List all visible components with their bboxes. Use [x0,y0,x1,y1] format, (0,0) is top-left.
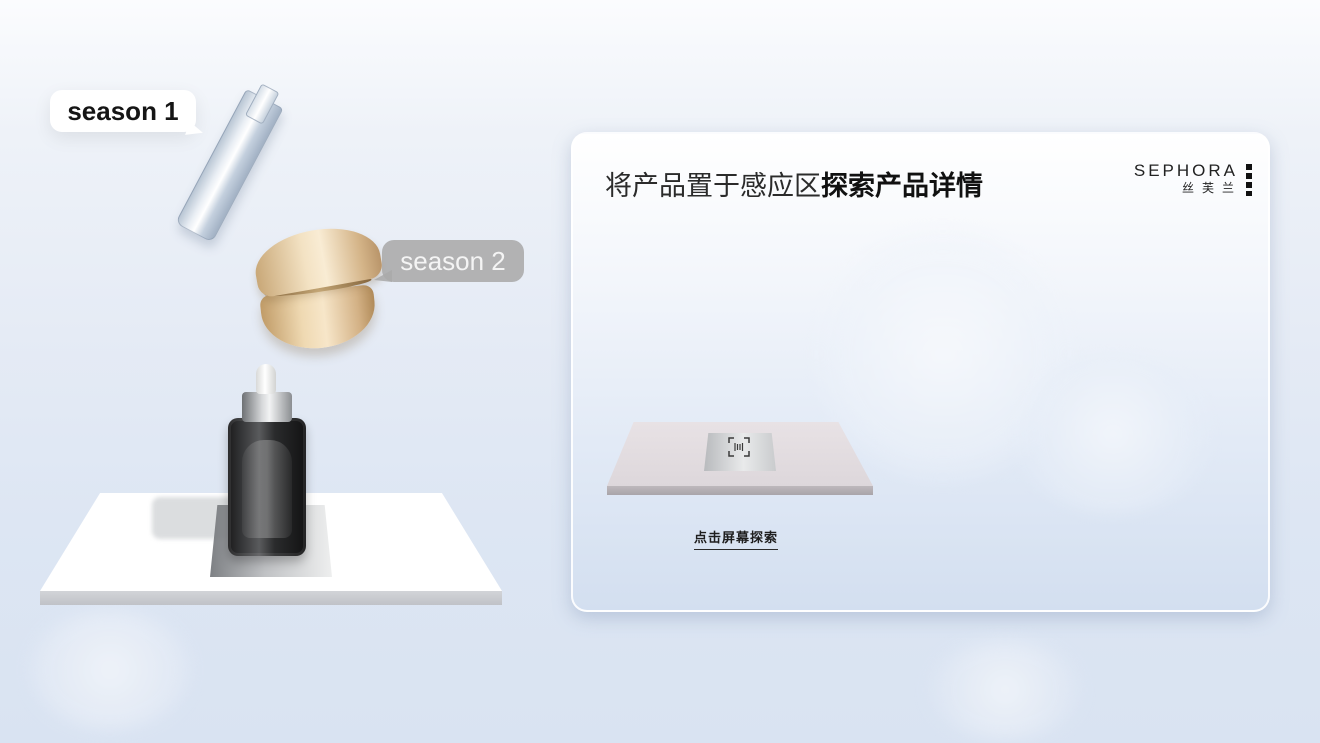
bottle-collar [242,392,292,422]
dropper-bottle-product[interactable] [228,364,306,556]
panel-tray-edge [607,486,873,495]
tap-to-explore-link[interactable]: 点击屏幕探索 [694,527,779,550]
callout-season-1-label: season 1 [67,96,179,126]
panel-title-bold: 探索产品详情 [821,171,983,202]
brand-logo: SEPHORA 丝芙兰 [1134,162,1252,196]
product-scene: season 1 season 2 [0,0,560,743]
brand-chinese-name: 丝芙兰 [1181,181,1242,195]
callout-season-2[interactable]: season 2 [374,240,524,282]
scan-frame-icon [728,437,750,457]
background-bokeh [930,640,1080,740]
panel-title: 将产品置于感应区探索产品详情 [605,164,983,203]
panel-title-regular: 将产品置于感应区 [605,171,821,202]
callout-season-1[interactable]: season 1 [50,90,196,132]
brand-name: SEPHORA [1133,161,1238,180]
cream-jar-product[interactable] [248,219,388,354]
tray-edge [40,591,502,605]
brand-bars-icon [1246,164,1252,196]
bottle-dropper-bulb [256,364,276,394]
panel-bokeh [1013,354,1213,514]
callout-season-2-label: season 2 [400,246,506,276]
sensor-tray-illustration[interactable] [607,422,873,496]
bottle-body [228,418,306,556]
info-panel[interactable]: 将产品置于感应区探索产品详情 SEPHORA 丝芙兰 点击屏幕探索 [571,132,1270,612]
